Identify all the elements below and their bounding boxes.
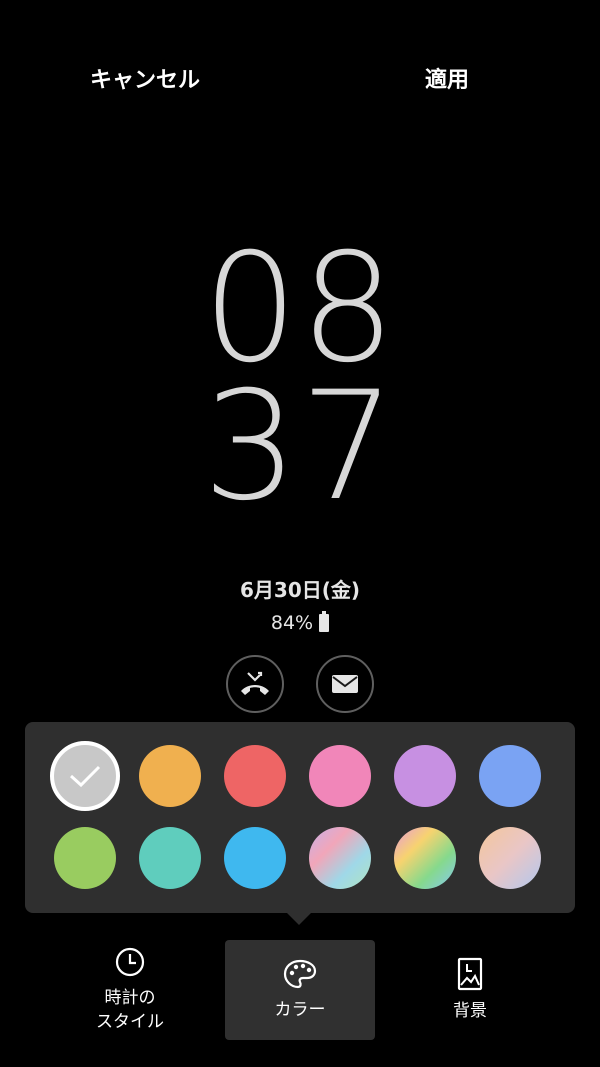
tab-clock-style[interactable]: 時計の スタイル [55,940,205,1040]
apply-button[interactable]: 適用 [425,62,469,94]
color-swatch-red[interactable] [224,745,286,807]
tab-wallpaper[interactable]: 背景 [395,940,545,1040]
bottom-tab-bar: 時計の スタイル カラー 背景 [0,940,600,1050]
color-swatch-gradient-peach[interactable] [479,827,541,889]
tab-color-label: カラー [274,1000,326,1020]
color-swatch-gradient-rainbow[interactable] [394,827,456,889]
color-swatch-teal[interactable] [139,827,201,889]
battery-status: 84% [0,611,600,634]
color-swatch-orange[interactable] [139,745,201,807]
palette-icon [283,959,317,989]
color-swatch-sky-blue[interactable] [224,827,286,889]
palette-pointer [287,913,311,925]
battery-icon [319,611,330,632]
tab-color[interactable]: カラー [225,940,375,1040]
missed-call-icon [226,655,284,713]
tab-clock-style-label: 時計の スタイル [96,988,164,1032]
notification-icons [0,655,600,713]
date-text: 6月30日(金) [239,578,361,602]
clock-minute: 37 [202,360,398,534]
cancel-button[interactable]: キャンセル [90,62,200,94]
mail-icon [316,655,374,713]
clock-preview: 08 37 [0,222,600,534]
clock-hour: 08 [202,222,398,396]
wallpaper-icon [457,957,483,991]
color-swatch-blue[interactable] [479,745,541,807]
color-swatch-pink[interactable] [309,745,371,807]
top-bar: キャンセル 適用 [0,0,600,160]
color-swatch-gradient-pastel[interactable] [309,827,371,889]
color-swatch-purple[interactable] [394,745,456,807]
tab-wallpaper-label: 背景 [453,1001,487,1021]
color-swatch-white[interactable] [50,741,120,811]
color-palette-panel [25,722,575,913]
clock-icon [115,947,145,977]
battery-percent: 84% [270,612,314,634]
color-swatch-green[interactable] [54,827,116,889]
check-icon [69,765,101,788]
